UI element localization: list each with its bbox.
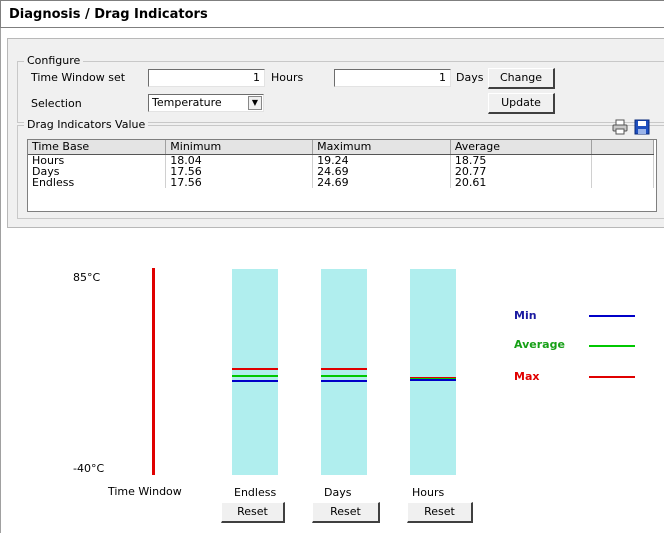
reset-hours-button[interactable]: Reset [407, 502, 473, 523]
bar-endless-min-line [232, 380, 278, 382]
days-input[interactable]: 1 [334, 69, 451, 87]
bar-label-endless: Endless [234, 486, 277, 499]
bar-label-days: Days [324, 486, 352, 499]
bar-days [321, 269, 367, 475]
hours-unit-label: Hours [271, 71, 304, 84]
bar-days-avg-line [321, 375, 367, 377]
selection-dropdown[interactable]: Temperature ▼ [148, 94, 264, 112]
chevron-down-icon[interactable]: ▼ [248, 96, 262, 110]
reset-days-button[interactable]: Reset [312, 502, 380, 523]
axis-bottom-label: -40°C [73, 462, 105, 475]
bar-endless-max-line [232, 368, 278, 370]
legend-average-line [589, 345, 635, 347]
column-header-minimum[interactable]: Minimum [165, 140, 314, 155]
print-icon[interactable] [612, 119, 628, 135]
table-header-row: Time Base Minimum Maximum Average [28, 140, 655, 155]
change-button[interactable]: Change [488, 68, 555, 89]
legend-max-label: Max [514, 370, 540, 383]
page-title: Diagnosis / Drag Indicators [9, 7, 208, 22]
table-row[interactable]: Endless 17.56 24.69 20.61 [28, 177, 655, 188]
days-unit-label: Days [456, 71, 484, 84]
drag-values-table: Time Base Minimum Maximum Average Hours … [28, 140, 655, 188]
column-header-maximum[interactable]: Maximum [312, 140, 451, 155]
title-bar: Diagnosis / Drag Indicators [0, 0, 664, 28]
hours-input[interactable]: 1 [148, 69, 265, 87]
drag-values-legend: Drag Indicators Value [24, 118, 149, 131]
bar-label-hours: Hours [412, 486, 445, 499]
reset-endless-button[interactable]: Reset [221, 502, 285, 523]
time-window-axis [152, 268, 155, 475]
table-cell [591, 177, 655, 188]
time-window-label: Time Window set [31, 71, 126, 84]
legend-average-label: Average [514, 338, 565, 351]
legend-max-line [589, 376, 635, 378]
update-button[interactable]: Update [488, 93, 555, 114]
legend-min-label: Min [514, 309, 537, 322]
bar-hours-min-line [410, 379, 456, 381]
axis-top-label: 85°C [73, 271, 101, 284]
time-window-axis-label: Time Window [108, 485, 182, 498]
table-cell: 20.61 [450, 177, 592, 188]
legend-min-line [589, 315, 635, 317]
configure-legend: Configure [24, 54, 84, 67]
table-cell: Endless [28, 177, 167, 188]
selection-label: Selection [31, 97, 82, 110]
table-cell [591, 154, 655, 166]
bar-endless-avg-line [232, 375, 278, 377]
column-header-empty [591, 140, 655, 155]
table-cell: 24.69 [312, 177, 451, 188]
column-header-average[interactable]: Average [450, 140, 592, 155]
table-cell [591, 166, 655, 177]
bar-days-max-line [321, 368, 367, 370]
bar-hours [410, 269, 456, 475]
bar-days-min-line [321, 380, 367, 382]
column-header-time-base[interactable]: Time Base [28, 140, 167, 155]
table-cell: 17.56 [165, 177, 314, 188]
selection-value: Temperature [152, 96, 222, 109]
save-icon[interactable] [634, 119, 650, 135]
bar-endless [232, 269, 278, 475]
